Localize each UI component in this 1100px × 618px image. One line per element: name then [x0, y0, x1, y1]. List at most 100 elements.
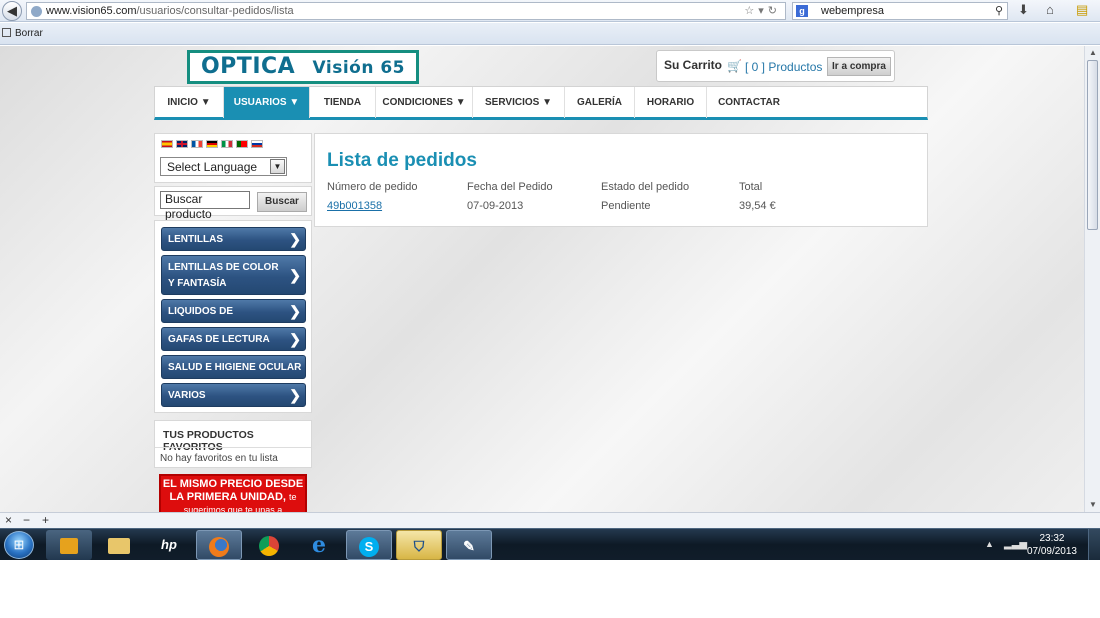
- url-path: /usuarios/consultar-pedidos/lista: [136, 5, 294, 17]
- order-status: Pendiente: [601, 200, 651, 212]
- cart-count[interactable]: [ 0 ] Productos: [745, 60, 822, 74]
- logo-main: OPTICA: [200, 54, 296, 79]
- order-number-link[interactable]: 49b001358: [327, 200, 382, 212]
- orders-panel: Lista de pedidos Número de pedido Fecha …: [314, 133, 928, 227]
- menu-item-usuarios[interactable]: USUARIOS ▼: [224, 87, 310, 118]
- browser-nav-bar: ◀ www.vision65.com/usuarios/consultar-pe…: [0, 0, 1100, 22]
- menu-item-horario[interactable]: HORARIO: [635, 87, 707, 118]
- category-lentillas-color[interactable]: LENTILLAS DE COLOR Y FANTASÍA ❯: [161, 255, 306, 295]
- scroll-up-icon[interactable]: ▲: [1089, 48, 1097, 57]
- show-desktop-button[interactable]: [1088, 529, 1100, 560]
- page-title: Lista de pedidos: [327, 150, 477, 171]
- cart-box: Su Carrito 🛒 [ 0 ] Productos Ir a compra: [656, 50, 895, 82]
- security-shield-icon[interactable]: ⛉: [396, 530, 442, 560]
- browser-search-value: webempresa: [821, 5, 884, 17]
- order-number[interactable]: 49b001358: [327, 200, 382, 212]
- category-label: LENTILLAS DE COLOR Y FANTASÍA: [168, 262, 279, 289]
- hp-icon[interactable]: hp: [146, 530, 192, 560]
- clock-time: 23:32: [1039, 533, 1065, 544]
- back-button[interactable]: ◀: [2, 1, 22, 21]
- language-select-value: Select Language: [167, 160, 258, 174]
- home-icon[interactable]: ⌂: [1046, 2, 1054, 17]
- site-identity-icon[interactable]: [31, 6, 42, 17]
- address-bar[interactable]: www.vision65.com/usuarios/consultar-pedi…: [26, 2, 786, 20]
- france-flag-icon[interactable]: [191, 140, 203, 148]
- firefox-icon[interactable]: [196, 530, 242, 560]
- promo-line-2-small: te: [289, 492, 297, 502]
- promo-line-1: EL MISMO PRECIO DESDE: [162, 478, 304, 490]
- column-header-total: Total: [739, 181, 763, 193]
- category-salud[interactable]: SALUD E HIGIENE OCULAR: [161, 355, 306, 379]
- clock[interactable]: 23:32 07/09/2013: [1027, 532, 1077, 558]
- category-label: GAFAS DE LECTURA: [168, 334, 270, 345]
- chevron-right-icon: ❯: [289, 331, 301, 347]
- promo-line-2: LA PRIMERA UNIDAD,: [169, 491, 286, 503]
- bookmark-borrar[interactable]: Borrar: [2, 28, 43, 39]
- bookmark-page-icon: [2, 28, 11, 37]
- bookmark-label: Borrar: [15, 28, 43, 39]
- skype-icon[interactable]: S: [346, 530, 392, 560]
- product-search-panel: Buscar producto Buscar: [154, 186, 312, 221]
- favorites-title: TUS PRODUCTOS FAVORITOS: [163, 429, 254, 453]
- menu-item-contactar[interactable]: CONTACTAR: [707, 87, 791, 118]
- cart-title: Su Carrito: [664, 58, 723, 72]
- app-icon[interactable]: ✎: [446, 530, 492, 560]
- promo-banner[interactable]: EL MISMO PRECIO DESDE LA PRIMERA UNIDAD,…: [159, 474, 307, 512]
- taskbar: ⊞ hp e S ⛉ ✎ ▲ ▂▃▅ 23:32 07/09/2013: [0, 528, 1100, 560]
- site-logo[interactable]: OPTICA Visión 65: [187, 50, 419, 84]
- promo-line-3: sugerimos que te unas a: [183, 505, 283, 512]
- russia-flag-icon[interactable]: [251, 140, 263, 148]
- category-liquidos[interactable]: LIQUIDOS DE LENTILLAS ❯: [161, 299, 306, 333]
- bookmark-star-icon[interactable]: ☆▾↻: [744, 4, 781, 17]
- menu-item-servicios[interactable]: SERVICIOS ▼: [473, 87, 565, 118]
- category-lentillas[interactable]: LENTILLAS ❯: [161, 227, 306, 251]
- file-explorer-icon[interactable]: [96, 530, 142, 560]
- category-gafas-lectura[interactable]: GAFAS DE LECTURA ❯: [161, 327, 306, 351]
- checkout-button[interactable]: Ir a compra: [827, 57, 891, 76]
- germany-flag-icon[interactable]: [206, 140, 218, 148]
- download-icon[interactable]: ⬇: [1018, 2, 1029, 18]
- product-search-button[interactable]: Buscar: [257, 192, 307, 212]
- browser-search-box[interactable]: g webempresa ⚲: [792, 2, 1008, 20]
- menu-item-condiciones[interactable]: CONDICIONES ▼: [376, 87, 473, 118]
- url-text: www.vision65.com/usuarios/consultar-pedi…: [46, 5, 294, 17]
- italy-flag-icon[interactable]: [221, 140, 233, 148]
- google-icon[interactable]: g: [796, 5, 808, 17]
- zoom-out-icon[interactable]: −: [23, 513, 30, 527]
- language-select[interactable]: Select Language ▼: [160, 157, 287, 176]
- tray-expand-icon[interactable]: ▲: [985, 539, 994, 549]
- start-button[interactable]: ⊞: [4, 531, 34, 559]
- order-date: 07-09-2013: [467, 200, 524, 212]
- search-icon[interactable]: ⚲: [995, 4, 1003, 17]
- clock-date: 07/09/2013: [1026, 546, 1077, 557]
- scroll-down-icon[interactable]: ▼: [1089, 500, 1097, 509]
- category-varios[interactable]: VARIOS ❯: [161, 383, 306, 407]
- logo-text: OPTICA Visión 65: [190, 53, 416, 82]
- page-scrollbar[interactable]: ▲ ▼: [1084, 46, 1100, 512]
- uk-flag-icon[interactable]: [176, 140, 188, 148]
- network-icon[interactable]: ▂▃▅: [1004, 539, 1027, 550]
- menu-item-galeria[interactable]: GALERÍA: [565, 87, 635, 118]
- scroll-thumb[interactable]: [1087, 60, 1098, 230]
- chrome-icon[interactable]: [246, 530, 292, 560]
- column-header-date: Fecha del Pedido: [467, 181, 553, 193]
- shopping-cart-icon: 🛒: [727, 59, 742, 73]
- main-menu: INICIO ▼ USUARIOS ▼ TIENDA CONDICIONES ▼…: [154, 86, 928, 120]
- menu-item-tienda[interactable]: TIENDA: [310, 87, 376, 118]
- product-search-input[interactable]: Buscar producto: [160, 191, 250, 221]
- internet-explorer-icon[interactable]: e: [296, 530, 342, 560]
- chevron-down-icon[interactable]: ▼: [270, 159, 285, 174]
- language-flags: [161, 140, 263, 149]
- portugal-flag-icon[interactable]: [236, 140, 248, 148]
- addon-icon[interactable]: ▤: [1076, 2, 1088, 18]
- favorites-panel: TUS PRODUCTOS FAVORITOS No hay favoritos…: [154, 420, 312, 468]
- spain-flag-icon[interactable]: [161, 140, 173, 148]
- close-icon[interactable]: ×: [5, 513, 12, 527]
- media-player-icon[interactable]: [46, 530, 92, 560]
- menu-item-inicio[interactable]: INICIO ▼: [155, 87, 224, 118]
- chevron-right-icon: ❯: [289, 267, 301, 283]
- bookmarks-bar: Borrar: [0, 23, 1100, 45]
- promo-line-2-wrap: LA PRIMERA UNIDAD, te: [161, 491, 305, 504]
- zoom-in-icon[interactable]: +: [42, 513, 49, 527]
- category-label: SALUD E HIGIENE OCULAR: [168, 362, 302, 373]
